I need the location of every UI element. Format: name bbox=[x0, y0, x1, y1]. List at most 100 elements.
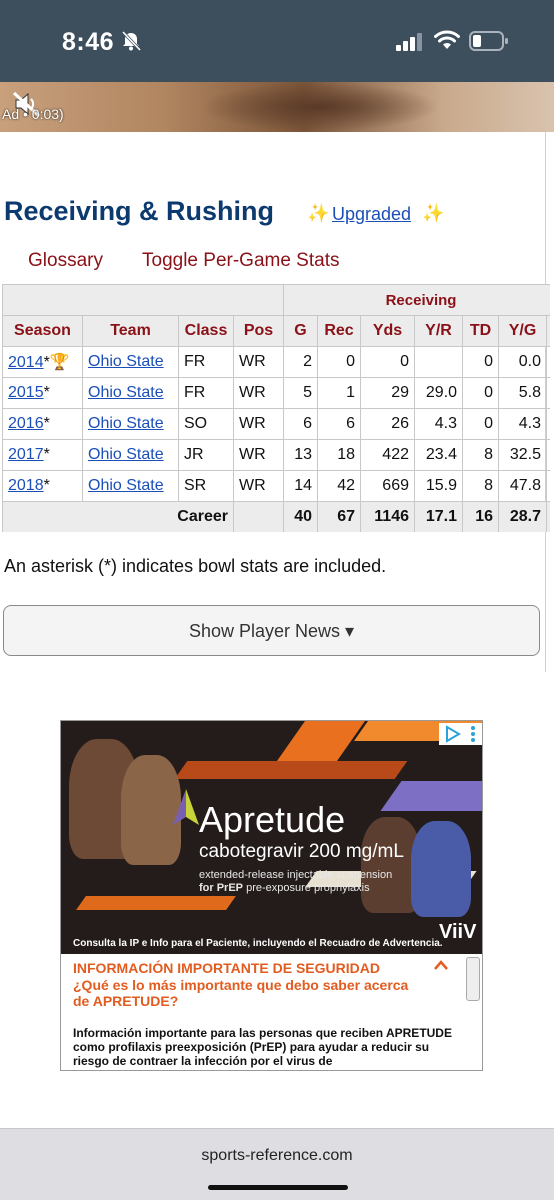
ad-hero-image[interactable]: Apretude cabotegravir 200 mg/mL extended… bbox=[61, 721, 483, 954]
ad-product-description: extended-release injectable suspension f… bbox=[199, 869, 399, 895]
yds-cell: 669 bbox=[360, 470, 415, 502]
team-link[interactable]: Ohio State bbox=[88, 384, 164, 401]
yr-cell bbox=[414, 346, 463, 378]
display-ad[interactable]: Apretude cabotegravir 200 mg/mL extended… bbox=[60, 720, 483, 1071]
home-indicator[interactable] bbox=[208, 1185, 348, 1190]
col-a[interactable]: A bbox=[545, 315, 550, 347]
apretude-logo-icon bbox=[173, 789, 199, 825]
bell-muted-icon bbox=[121, 30, 142, 52]
rec-cell: 0 bbox=[317, 346, 361, 378]
receiving-rushing-table: Receiving Season Team Class Pos G Rec Yd… bbox=[2, 284, 550, 532]
ad-generic-name: cabotegravir 200 mg/mL bbox=[199, 841, 404, 862]
overflow-cell bbox=[545, 470, 550, 502]
overflow-cell bbox=[545, 408, 550, 440]
season-cell[interactable]: 2017* bbox=[2, 439, 83, 471]
pos-cell: WR bbox=[233, 346, 284, 378]
td-cell: 8 bbox=[462, 439, 499, 471]
team-cell[interactable]: Ohio State bbox=[82, 346, 179, 378]
ad-stripe bbox=[380, 781, 482, 811]
season-link[interactable]: 2016 bbox=[8, 415, 44, 432]
ad-safety-title: INFORMACIÓN IMPORTANTE DE SEGURIDAD bbox=[73, 960, 380, 976]
rec-cell: 1 bbox=[317, 377, 361, 409]
ad-stripe bbox=[276, 721, 366, 761]
td-cell: 0 bbox=[462, 346, 499, 378]
col-yr[interactable]: Y/R bbox=[414, 315, 463, 347]
sparkle-icon-right: ✨ bbox=[422, 203, 445, 223]
toggle-per-game-link[interactable]: Toggle Per-Game Stats bbox=[142, 250, 339, 272]
td-cell: 8 bbox=[462, 470, 499, 502]
season-link[interactable]: 2014 bbox=[8, 354, 44, 371]
class-cell: JR bbox=[178, 439, 234, 471]
stats-table-scroll[interactable]: Receiving Season Team Class Pos G Rec Yd… bbox=[2, 284, 550, 532]
col-yg[interactable]: Y/G bbox=[498, 315, 547, 347]
column-header-row: Season Team Class Pos G Rec Yds Y/R TD Y… bbox=[2, 315, 550, 347]
team-cell[interactable]: Ohio State bbox=[82, 470, 179, 502]
yr-cell: 15.9 bbox=[414, 470, 463, 502]
career-td: 16 bbox=[462, 501, 499, 532]
class-cell: FR bbox=[178, 377, 234, 409]
career-yds: 1146 bbox=[360, 501, 415, 532]
career-yg: 28.7 bbox=[498, 501, 547, 532]
adchoices-icon[interactable] bbox=[439, 723, 483, 745]
games-cell: 2 bbox=[283, 346, 318, 378]
ad-brand-name: Apretude bbox=[199, 799, 346, 840]
col-games[interactable]: G bbox=[283, 315, 318, 347]
season-link[interactable]: 2018 bbox=[8, 477, 44, 494]
col-pos[interactable]: Pos bbox=[233, 315, 284, 347]
overflow-cell bbox=[545, 439, 550, 471]
rec-cell: 18 bbox=[317, 439, 361, 471]
url-text[interactable]: sports-reference.com bbox=[0, 1147, 554, 1165]
col-rec[interactable]: Rec bbox=[317, 315, 361, 347]
table-row: 2015* Ohio State FR WR 5 1 29 29.0 0 5.8 bbox=[2, 377, 550, 409]
games-cell: 5 bbox=[283, 377, 318, 409]
glossary-link[interactable]: Glossary bbox=[28, 250, 103, 272]
yds-cell: 0 bbox=[360, 346, 415, 378]
browser-address-bar[interactable]: sports-reference.com bbox=[0, 1128, 554, 1200]
team-link[interactable]: Ohio State bbox=[88, 446, 164, 463]
season-cell[interactable]: 2018* bbox=[2, 470, 83, 502]
team-cell[interactable]: Ohio State bbox=[82, 377, 179, 409]
class-cell: SO bbox=[178, 408, 234, 440]
over-header-blank bbox=[2, 284, 284, 316]
col-yds[interactable]: Yds bbox=[360, 315, 415, 347]
team-link[interactable]: Ohio State bbox=[88, 415, 164, 432]
ad-photo-person bbox=[411, 821, 471, 917]
career-pos-cell bbox=[233, 501, 284, 532]
status-time: 8:46 bbox=[62, 28, 115, 56]
col-class[interactable]: Class bbox=[178, 315, 234, 347]
viiv-logo: ViiV bbox=[439, 921, 477, 943]
show-player-news-button[interactable]: Show Player News ▾ bbox=[3, 605, 540, 656]
pos-cell: WR bbox=[233, 439, 284, 471]
class-cell: FR bbox=[178, 346, 234, 378]
col-td[interactable]: TD bbox=[462, 315, 499, 347]
season-cell[interactable]: 2016* bbox=[2, 408, 83, 440]
ad-stripe bbox=[174, 761, 408, 779]
bowl-asterisk: * bbox=[43, 446, 50, 463]
team-link[interactable]: Ohio State bbox=[88, 477, 164, 494]
caret-up-icon[interactable] bbox=[433, 959, 449, 971]
col-team[interactable]: Team bbox=[82, 315, 179, 347]
upgraded-link[interactable]: Upgraded bbox=[332, 204, 411, 225]
team-cell[interactable]: Ohio State bbox=[82, 408, 179, 440]
table-row: 2016* Ohio State SO WR 6 6 26 4.3 0 4.3 bbox=[2, 408, 550, 440]
pos-cell: WR bbox=[233, 408, 284, 440]
yg-cell: 5.8 bbox=[498, 377, 547, 409]
ad-safety-body: Información importante para las personas… bbox=[73, 1026, 452, 1068]
season-link[interactable]: 2017 bbox=[8, 446, 44, 463]
season-cell[interactable]: 2014*🏆 bbox=[2, 346, 83, 378]
yds-cell: 26 bbox=[360, 408, 415, 440]
cellular-signal-icon bbox=[396, 33, 422, 51]
career-games: 40 bbox=[283, 501, 318, 532]
season-link[interactable]: 2015 bbox=[8, 384, 44, 401]
pos-cell: WR bbox=[233, 377, 284, 409]
team-link[interactable]: Ohio State bbox=[88, 353, 164, 370]
yr-cell: 23.4 bbox=[414, 439, 463, 471]
col-season[interactable]: Season bbox=[2, 315, 83, 347]
ad-timer-label: Ad • 0:03) bbox=[2, 106, 64, 122]
team-cell[interactable]: Ohio State bbox=[82, 439, 179, 471]
pos-cell: WR bbox=[233, 470, 284, 502]
ad-scrollbar[interactable] bbox=[466, 957, 480, 1001]
video-ad-banner[interactable]: Ad • 0:03) bbox=[0, 82, 554, 132]
season-cell[interactable]: 2015* bbox=[2, 377, 83, 409]
class-cell: SR bbox=[178, 470, 234, 502]
